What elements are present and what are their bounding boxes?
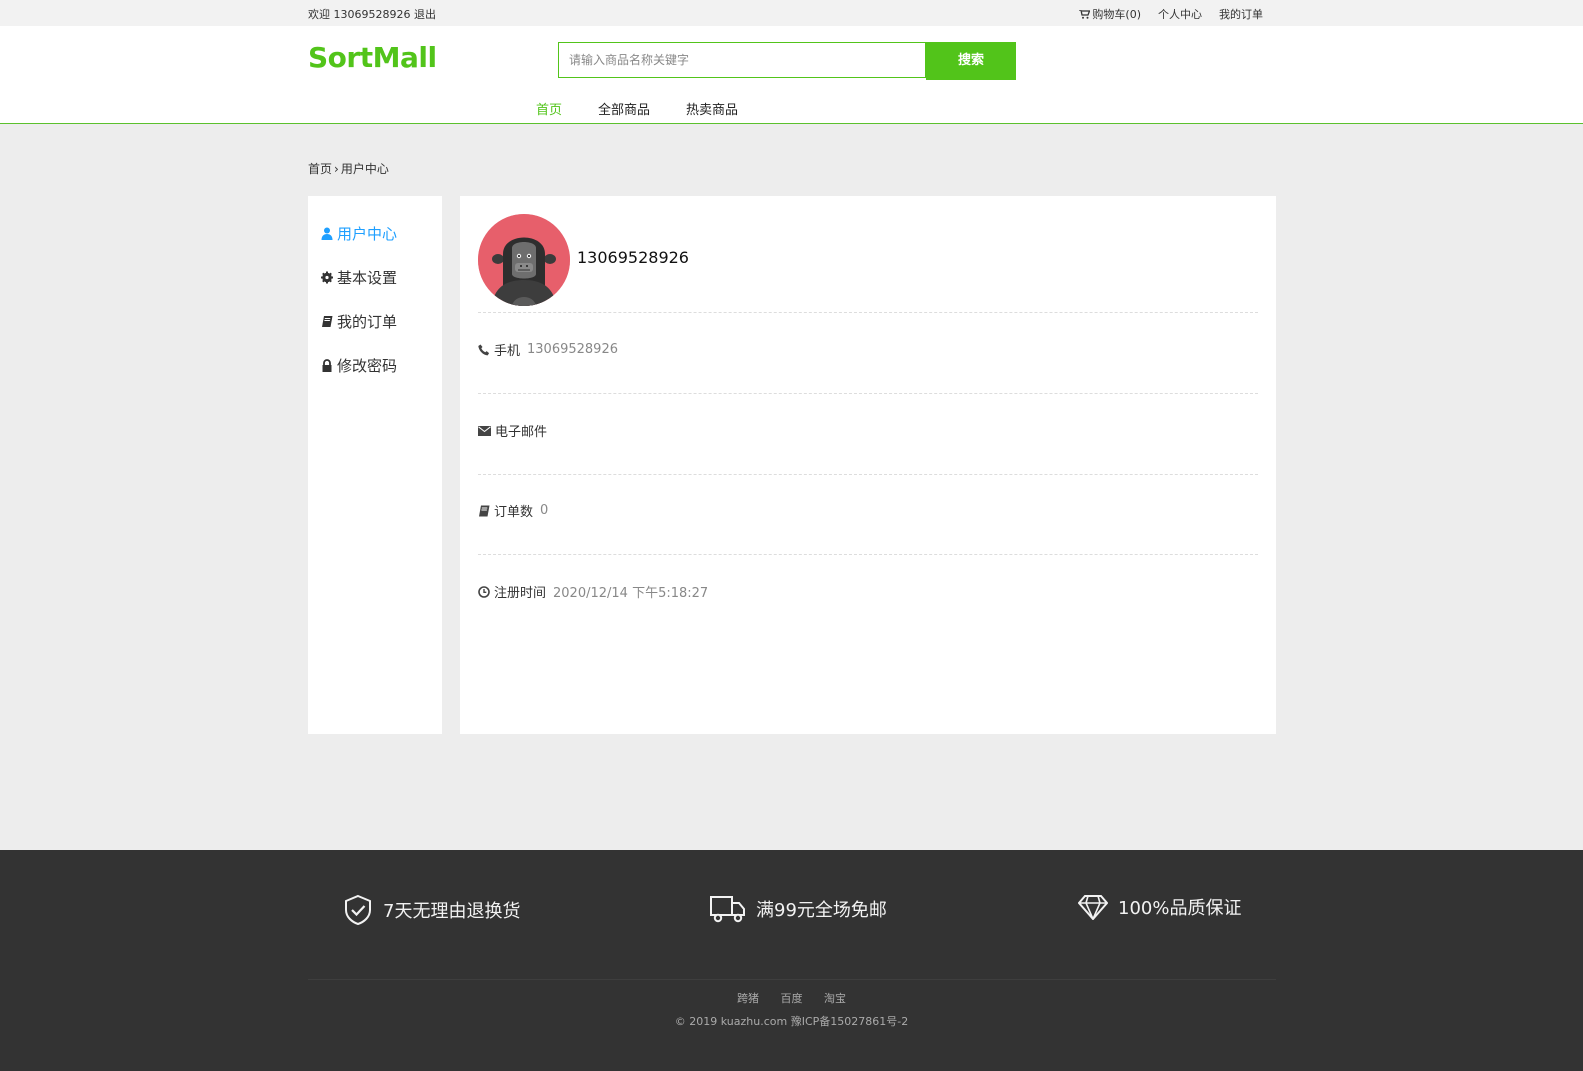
welcome-text: 欢迎 13069528926 (308, 8, 411, 21)
sidebar-item-orders[interactable]: 我的订单 (321, 311, 397, 332)
orders-row: 订单数 0 (478, 501, 548, 520)
sidebar-item-password[interactable]: 修改密码 (321, 355, 397, 376)
user-info-panel: 13069528926 手机 13069528926 电子邮件 订单数 0 注册… (460, 196, 1276, 734)
nav-home[interactable]: 首页 (536, 99, 562, 118)
sidebar-item-label: 我的订单 (337, 313, 398, 331)
diamond-icon (1078, 895, 1108, 920)
envelope-icon (478, 425, 491, 436)
sidebar-item-label: 基本设置 (337, 269, 398, 287)
promise-quality: 100%品质保证 (1078, 894, 1241, 920)
footer-divider (308, 979, 1276, 980)
gorilla-avatar-icon (478, 214, 570, 306)
search-box (558, 42, 926, 78)
promise-free-shipping-text: 满99元全场免邮 (756, 900, 887, 921)
nav-all-products[interactable]: 全部商品 (598, 99, 650, 118)
personal-center-link[interactable]: 个人中心 (1158, 6, 1202, 22)
orders-value: 0 (540, 503, 549, 518)
sidebar: 用户中心 基本设置 我的订单 修改密码 (308, 196, 442, 734)
register-time-label: 注册时间 (494, 586, 547, 601)
promise-return: 7天无理由退换货 (343, 894, 520, 926)
book-icon (322, 316, 333, 327)
book-icon (479, 505, 490, 516)
divider (478, 312, 1258, 313)
divider (478, 554, 1258, 555)
header: SortMall 搜索 首页 全部商品 热卖商品 (0, 26, 1583, 124)
cart-link[interactable]: 购物车(0) (1079, 6, 1141, 22)
search-button[interactable]: 搜索 (926, 42, 1016, 80)
avatar (478, 214, 570, 306)
phone-icon (478, 344, 490, 355)
email-label: 电子邮件 (495, 425, 548, 440)
email-row: 电子邮件 (478, 421, 554, 440)
footer-link-taobao[interactable]: 淘宝 (824, 992, 846, 1005)
main-nav: 首页 全部商品 热卖商品 (536, 99, 738, 118)
footer-link-baidu[interactable]: 百度 (781, 992, 803, 1005)
breadcrumb-current: 用户中心 (340, 162, 389, 176)
promise-quality-text: 100%品质保证 (1118, 898, 1242, 919)
logo[interactable]: SortMall (308, 41, 437, 74)
promise-return-text: 7天无理由退换货 (383, 901, 521, 922)
divider (478, 474, 1258, 475)
cart-icon (1079, 10, 1091, 19)
sidebar-item-label: 用户中心 (337, 225, 398, 243)
clock-icon (478, 585, 490, 598)
lock-icon (322, 359, 332, 372)
copyright: © 2019 kuazhu.com 豫ICP备15027861号-2 (674, 1015, 909, 1028)
sidebar-item-settings[interactable]: 基本设置 (321, 267, 397, 288)
sidebar-item-user-center[interactable]: 用户中心 (321, 223, 397, 244)
cart-label: 购物车(0) (1092, 8, 1141, 21)
register-time-value: 2020/12/14 下午5:18:27 (553, 586, 709, 601)
search-input[interactable] (569, 44, 915, 76)
phone-label: 手机 (494, 344, 521, 359)
breadcrumb: 首页 › 用户中心 (308, 160, 389, 177)
user-icon (321, 227, 333, 240)
divider (478, 393, 1258, 394)
footer-links: 跨猪 百度 淘宝 (0, 990, 1583, 1006)
phone-value: 13069528926 (527, 342, 618, 357)
sidebar-item-label: 修改密码 (337, 357, 398, 375)
footer-link-kuazhu[interactable]: 跨猪 (737, 992, 759, 1005)
promise-free-shipping: 满99元全场免邮 (710, 894, 887, 924)
gear-icon (321, 271, 333, 284)
shield-check-icon (345, 894, 371, 926)
orders-label: 订单数 (494, 505, 534, 520)
top-bar: 欢迎 13069528926 退出 购物车(0) 个人中心 我的订单 (0, 0, 1583, 26)
breadcrumb-home[interactable]: 首页 (308, 162, 332, 176)
username: 13069528926 (577, 248, 689, 267)
logout-link[interactable]: 退出 (414, 6, 436, 22)
my-orders-link[interactable]: 我的订单 (1219, 6, 1263, 22)
footer: 7天无理由退换货 满99元全场免邮 100%品质保证 跨猪 百度 淘宝 © 20… (0, 850, 1583, 1071)
nav-hot-products[interactable]: 热卖商品 (686, 99, 738, 118)
register-time-row: 注册时间 2020/12/14 下午5:18:27 (478, 582, 708, 601)
truck-icon (710, 896, 745, 923)
breadcrumb-separator: › (334, 162, 339, 176)
phone-row: 手机 13069528926 (478, 340, 618, 359)
